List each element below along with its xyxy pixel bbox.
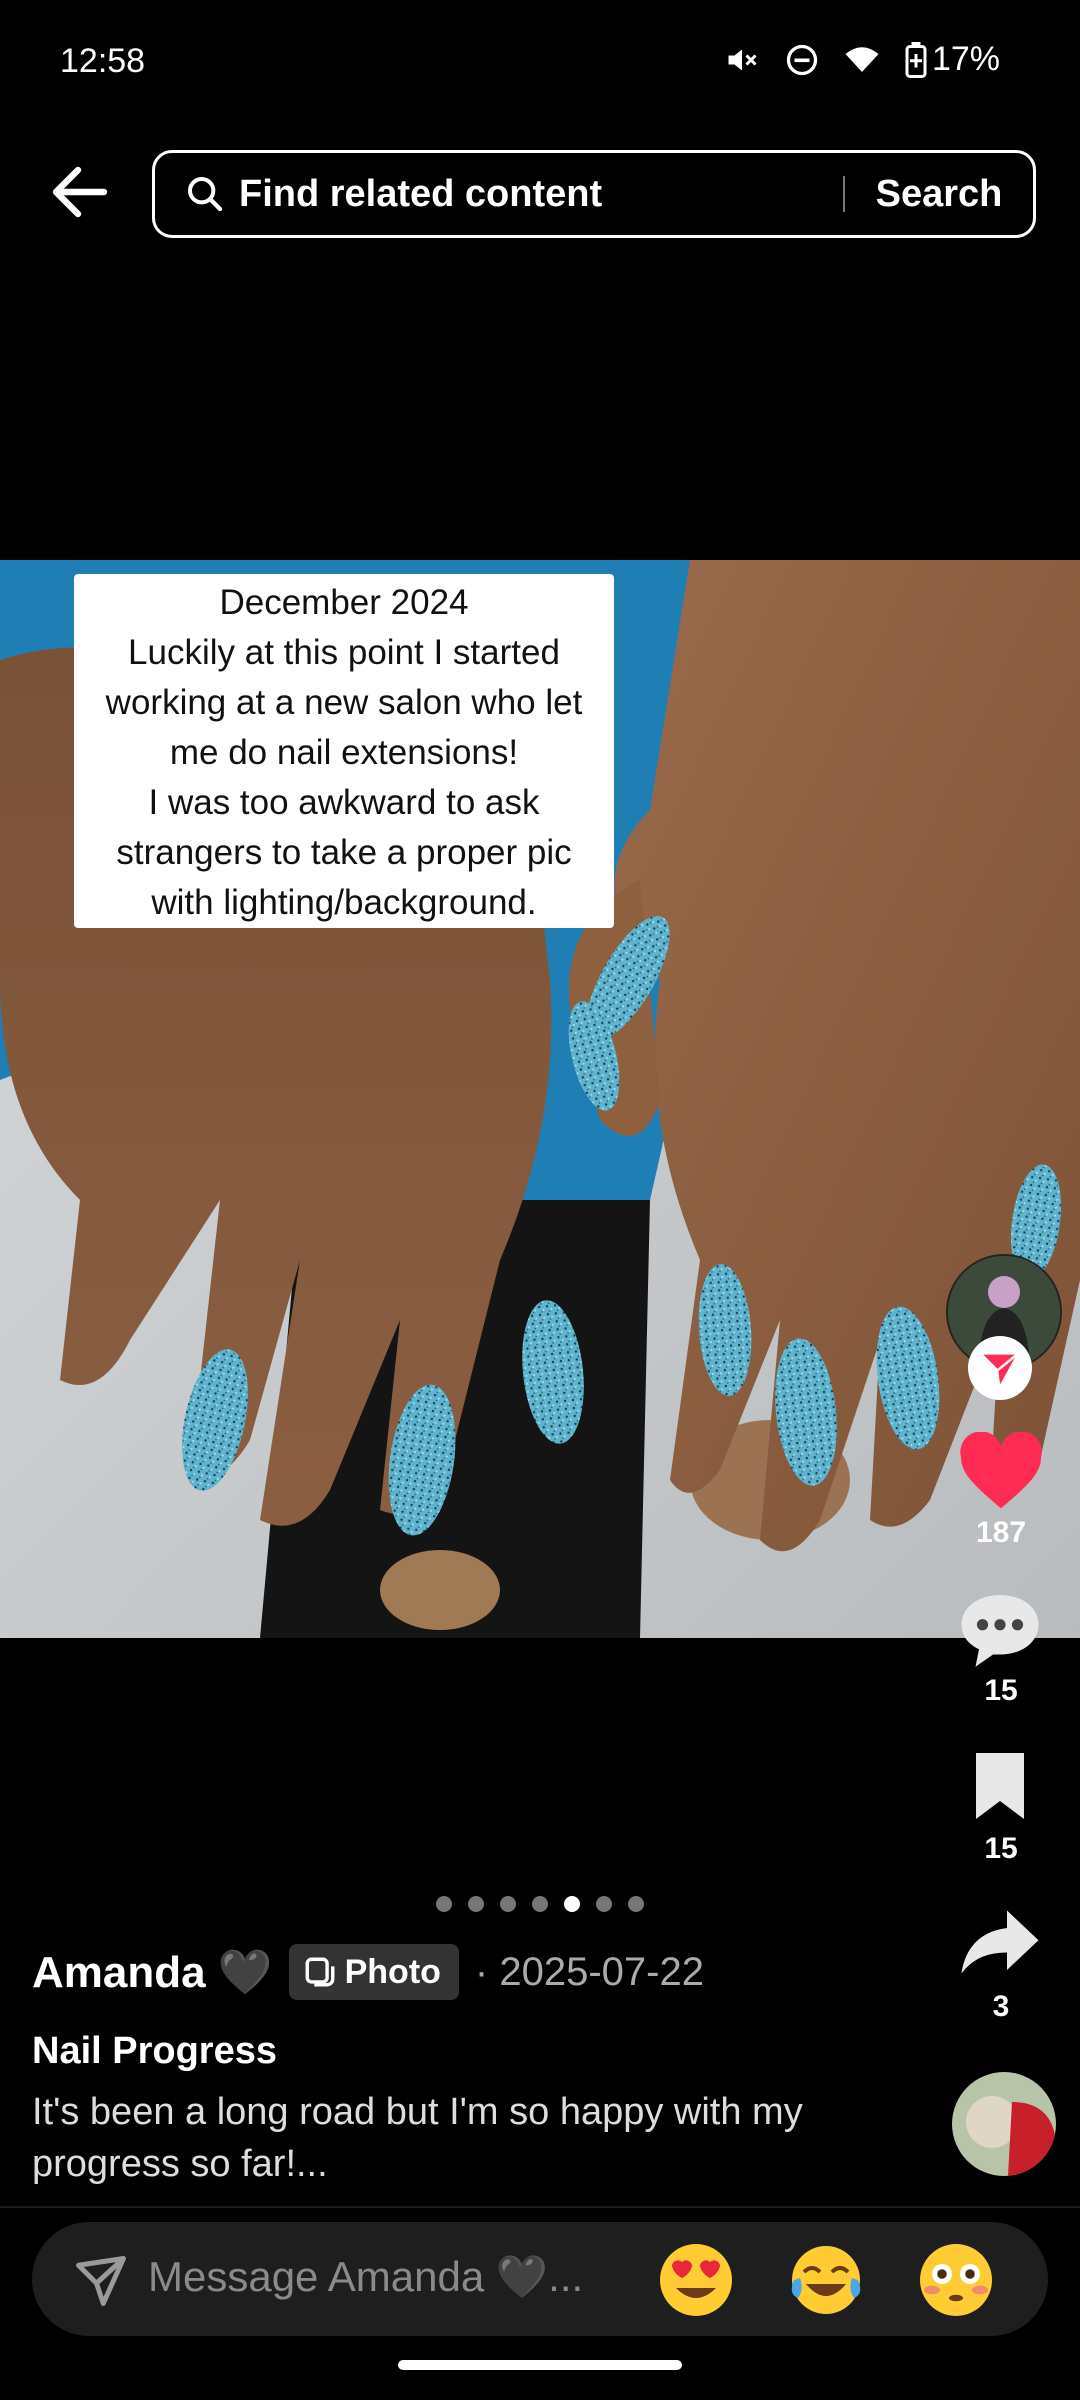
home-indicator[interactable] xyxy=(398,2360,682,2370)
favorite-count: 15 xyxy=(984,1832,1018,1865)
author-row: Amanda 🖤 Photo · 2025-07-22 xyxy=(32,1944,704,2000)
search-icon xyxy=(188,177,223,212)
follow-button[interactable] xyxy=(968,1336,1032,1400)
search-button[interactable]: Search xyxy=(845,173,1033,216)
caption-line: working at a new salon who let xyxy=(105,683,583,722)
message-input[interactable]: Message Amanda 🖤... xyxy=(148,2253,583,2302)
caption-line: me do nail extensions! xyxy=(169,733,519,772)
comment-icon[interactable] xyxy=(958,1590,1042,1670)
status-icons: 17% xyxy=(724,40,1000,79)
do-not-disturb-icon xyxy=(786,44,818,75)
wifi-icon xyxy=(845,46,879,72)
photo-badge-label: Photo xyxy=(344,1952,441,1991)
like-icon[interactable] xyxy=(956,1432,1046,1512)
carousel-dot-active[interactable] xyxy=(564,1896,580,1912)
carousel-dot[interactable] xyxy=(468,1896,484,1912)
bottom-divider xyxy=(0,2206,1080,2208)
status-time: 12:58 xyxy=(60,42,146,80)
mute-icon xyxy=(728,49,757,70)
caption-line: with lighting/background. xyxy=(151,883,537,922)
caption-line: December 2024 xyxy=(219,583,469,622)
caption-line: Luckily at this point I started xyxy=(128,633,560,672)
photo-caption-card: December 2024 Luckily at this point I st… xyxy=(74,574,614,928)
battery-icon xyxy=(905,41,927,78)
caption-line: I was too awkward to ask xyxy=(148,783,540,822)
flushed-emoji-button[interactable] xyxy=(916,2240,996,2320)
tears-of-joy-emoji-button[interactable] xyxy=(786,2240,866,2320)
carousel-dot[interactable] xyxy=(532,1896,548,1912)
photo-stack-icon xyxy=(305,1957,335,1987)
author-name[interactable]: Amanda 🖤 xyxy=(32,1946,273,1998)
comment-count: 15 xyxy=(984,1674,1018,1707)
tears-of-joy-emoji-icon xyxy=(791,2246,861,2314)
music-disc-image xyxy=(952,2072,1056,2176)
back-button[interactable] xyxy=(48,160,112,224)
like-count: 187 xyxy=(975,1516,1027,1549)
heart-eyes-emoji-icon xyxy=(660,2244,732,2316)
send-icon xyxy=(76,2256,126,2306)
heart-eyes-emoji-button[interactable] xyxy=(656,2240,736,2320)
carousel-dot[interactable] xyxy=(596,1896,612,1912)
carousel-dot[interactable] xyxy=(436,1896,452,1912)
flushed-emoji-icon xyxy=(920,2244,992,2316)
send-plane-icon xyxy=(983,1353,1018,1385)
music-disc[interactable] xyxy=(952,2072,1056,2176)
photo-type-badge: Photo xyxy=(288,1944,459,2000)
post-date: · 2025-07-22 xyxy=(474,1949,704,1994)
carousel-dot[interactable] xyxy=(500,1896,516,1912)
share-count: 3 xyxy=(992,1990,1010,2023)
bookmark-icon[interactable] xyxy=(968,1750,1032,1822)
post-description[interactable]: It's been a long road but I'm so happy w… xyxy=(32,2086,912,2190)
search-box[interactable]: Find related content Search xyxy=(152,150,1036,238)
post-title: Nail Progress xyxy=(32,2030,277,2072)
share-icon[interactable] xyxy=(958,1906,1042,1978)
caption-line: strangers to take a proper pic xyxy=(116,833,572,872)
carousel-indicator xyxy=(436,1896,644,1912)
battery-level: 17% xyxy=(931,40,1000,78)
search-input[interactable]: Find related content xyxy=(239,173,843,216)
carousel-dot[interactable] xyxy=(628,1896,644,1912)
